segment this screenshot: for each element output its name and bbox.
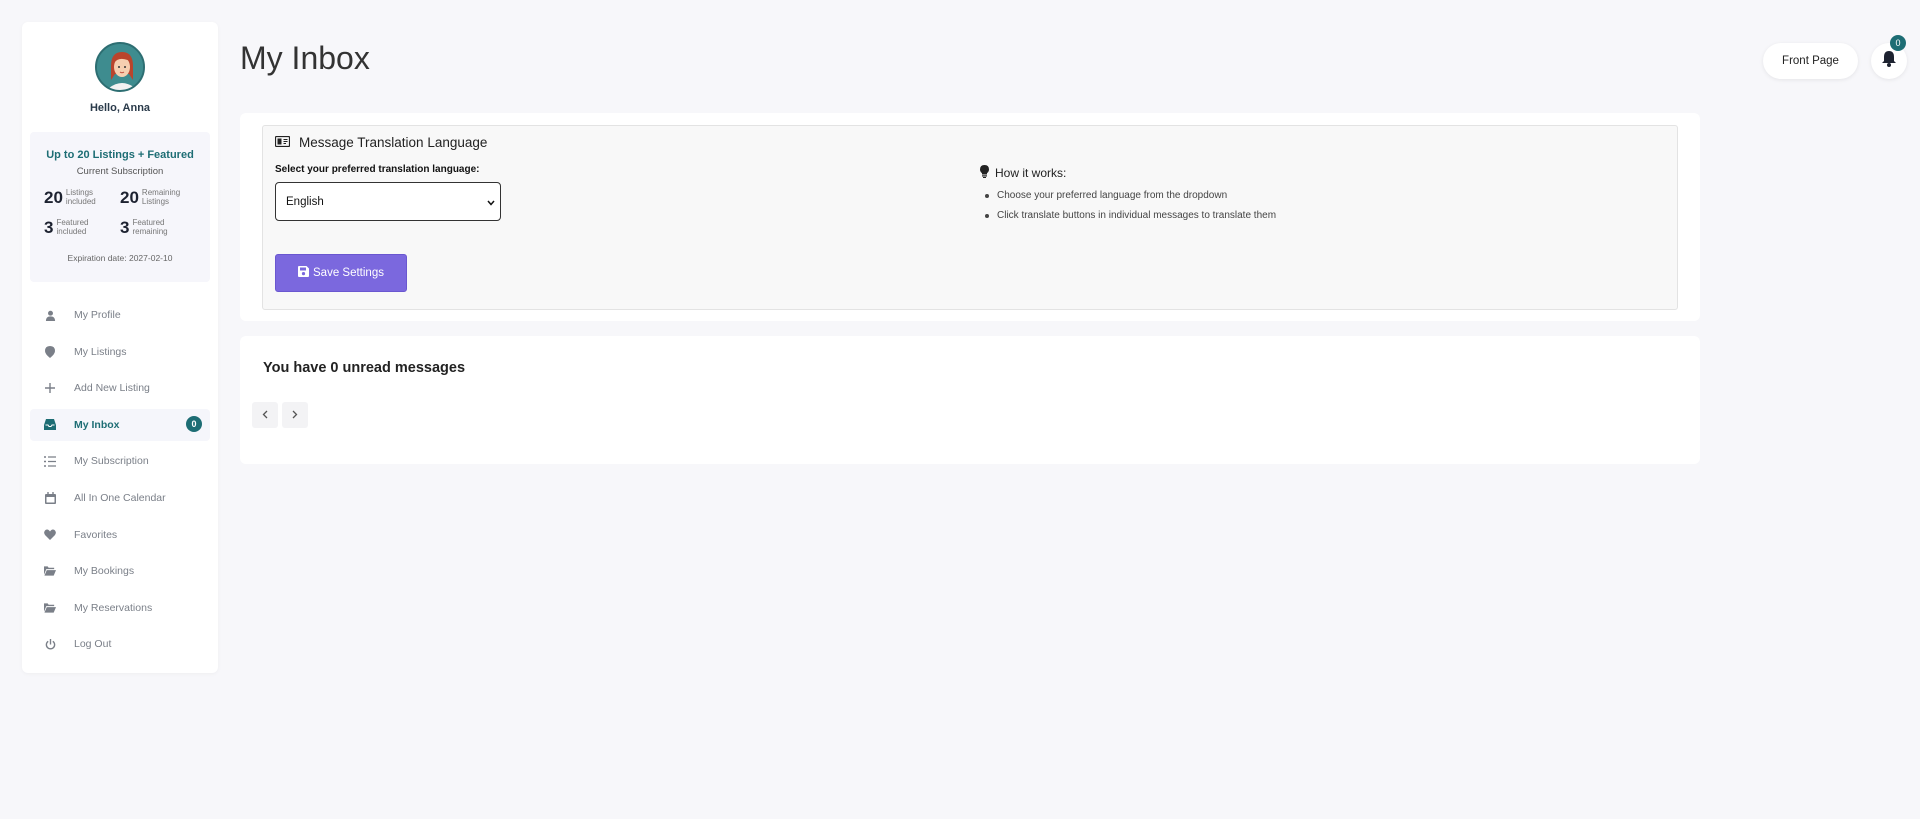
list-check-icon — [44, 455, 56, 467]
front-page-button[interactable]: Front Page — [1763, 43, 1858, 79]
floppy-disk-icon — [298, 266, 310, 280]
chevron-down-icon — [487, 197, 495, 209]
sidebar-item-label: Add New Listing — [74, 382, 150, 395]
greeting: Hello, Anna — [89, 102, 151, 114]
sidebar-item-my-reservations[interactable]: My Reservations — [30, 592, 210, 624]
save-settings-button[interactable]: Save Settings — [275, 254, 407, 292]
stat-listings-included: 20 Listings included — [44, 188, 106, 207]
sidebar-item-label: Favorites — [74, 528, 118, 541]
translation-title: Message Translation Language — [299, 135, 488, 150]
stat-label: Featured remaining — [132, 218, 168, 236]
expiration-date: Expiration date: 2027-02-10 — [67, 253, 173, 263]
stat-remaining-listings: 20 Remaining Listings — [120, 188, 182, 207]
avatar[interactable] — [95, 42, 145, 92]
stat-label: Listings included — [65, 188, 96, 206]
sidebar-item-log-out[interactable]: Log Out — [30, 628, 210, 660]
sidebar-item-label: My Subscription — [74, 455, 149, 468]
chevron-right-icon — [292, 406, 298, 424]
sidebar-item-label: Log Out — [74, 638, 112, 651]
chevron-left-icon — [262, 406, 268, 424]
sidebar-item-my-profile[interactable]: My Profile — [30, 299, 210, 331]
stat-label: Featured included — [56, 218, 89, 236]
language-select[interactable]: English — [275, 182, 501, 221]
language-card-icon — [274, 135, 291, 150]
how-it-works-title: How it works: — [995, 166, 1067, 180]
sidebar-item-my-inbox[interactable]: My Inbox 0 — [30, 408, 210, 441]
messages-card: You have 0 unread messages — [240, 336, 1700, 464]
user-icon — [44, 309, 56, 321]
sidebar: Hello, Anna Up to 20 Listings + Featured… — [22, 22, 218, 673]
sidebar-item-my-bookings[interactable]: My Bookings — [30, 555, 210, 587]
calendar-icon — [44, 491, 56, 504]
notification-count-badge: 0 — [1890, 35, 1906, 51]
folder-open-icon — [44, 602, 56, 614]
sidebar-item-all-in-one-calendar[interactable]: All In One Calendar — [30, 482, 210, 514]
subscription-card: Up to 20 Listings + Featured Current Sub… — [30, 132, 210, 282]
translation-settings-card: Message Translation Language Select your… — [240, 113, 1700, 321]
language-select-label: Select your preferred translation langua… — [275, 164, 480, 175]
stat-featured-remaining: 3 Featured remaining — [120, 218, 172, 237]
plus-icon — [44, 382, 56, 394]
stat-value: 20 — [44, 188, 63, 207]
sidebar-item-my-subscription[interactable]: My Subscription — [30, 445, 210, 477]
how-it-works-heading: How it works: — [980, 165, 1276, 181]
folder-open-icon — [44, 565, 56, 577]
sidebar-item-label: My Profile — [74, 309, 121, 321]
sidebar-item-my-listings[interactable]: My Listings — [30, 336, 210, 368]
sidebar-nav: My Profile My Listings Add New Listing M… — [30, 299, 210, 665]
list-item: Choose your preferred language from the … — [980, 190, 1276, 201]
translation-heading: Message Translation Language — [274, 135, 488, 150]
stat-value: 20 — [120, 188, 139, 207]
sidebar-item-label: My Bookings — [74, 565, 135, 578]
previous-page-button[interactable] — [252, 402, 278, 428]
sidebar-item-label: My Listings — [74, 345, 127, 358]
language-select-value: English — [286, 195, 324, 208]
map-pin-icon — [44, 345, 56, 358]
sidebar-item-favorites[interactable]: Favorites — [30, 519, 210, 551]
sidebar-item-label: My Reservations — [74, 601, 153, 614]
unread-messages-heading: You have 0 unread messages — [263, 360, 466, 376]
how-it-works-list: Choose your preferred language from the … — [980, 190, 1276, 221]
inbox-count-badge: 0 — [186, 415, 202, 432]
sidebar-item-add-new-listing[interactable]: Add New Listing — [30, 372, 210, 404]
lightbulb-icon — [980, 165, 989, 181]
list-item: Click translate buttons in individual me… — [980, 210, 1276, 221]
subscription-plan: Up to 20 Listings + Featured — [46, 149, 194, 161]
translation-settings-panel: Message Translation Language Select your… — [262, 125, 1678, 310]
inbox-icon — [44, 419, 56, 431]
subscription-label: Current Subscription — [76, 166, 164, 177]
save-settings-label: Save Settings — [313, 267, 384, 279]
stat-value: 3 — [44, 218, 54, 237]
sidebar-item-label: All In One Calendar — [74, 491, 166, 504]
stat-featured-included: 3 Featured included — [44, 218, 96, 237]
next-page-button[interactable] — [282, 402, 308, 428]
page-title: My Inbox — [240, 40, 370, 76]
sidebar-item-label: My Inbox — [74, 418, 120, 431]
stat-value: 3 — [120, 218, 130, 237]
stat-label: Remaining Listings — [141, 188, 181, 206]
heart-icon — [44, 529, 56, 541]
bell-icon — [1881, 50, 1897, 72]
how-it-works: How it works: Choose your preferred lang… — [980, 165, 1276, 230]
power-icon — [44, 638, 56, 650]
